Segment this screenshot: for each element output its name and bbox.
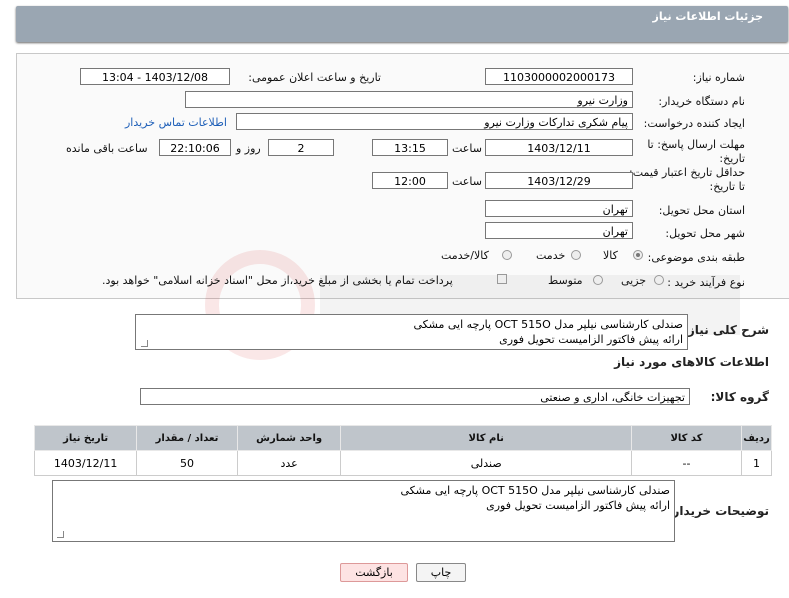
cell-item-code: -- [630,450,743,476]
print-button[interactable]: چاپ [416,563,466,582]
cell-row-number: 1 [741,450,772,476]
page-title: جزئیات اطلاعات نیاز [652,10,764,23]
category-goods-label: کالا [603,249,618,262]
category-both-label: کالا/خدمت [441,249,489,262]
process-minor-label: جزیی [621,274,647,287]
city-label: شهر محل تحویل: [665,227,745,240]
col-row-number: ردیف [741,425,772,451]
remaining-time-field: 22:10:06 [159,139,231,156]
process-label: نوع فرآیند خرید : [667,276,745,289]
deadline-time-field: 13:15 [372,139,448,156]
cell-item-name: صندلی [340,450,632,476]
cell-unit: عدد [236,450,342,476]
province-field: تهران [485,200,633,217]
items-table: ردیف کد کالا نام کالا واحد شمارش تعداد /… [33,425,772,476]
validity-date-field: 1403/12/29 [485,172,633,189]
deadline-time-label: ساعت [452,142,482,155]
remaining-label: ساعت باقی مانده [66,142,148,155]
buyer-notes-line-2: ارائه پیش فاکتور الزامیست تحویل فوری [486,499,670,512]
col-item-name: نام کالا [340,425,632,451]
goods-group-field: تجهیزات خانگی، اداری و صنعتی [140,388,690,405]
resize-handle-icon[interactable] [141,340,148,347]
col-need-date: تاریخ نیاز [33,425,138,451]
buyer-org-label: نام دستگاه خریدار: [658,95,745,108]
resize-handle-icon[interactable] [57,531,64,538]
buyer-contact-link[interactable]: اطلاعات تماس خریدار [125,116,227,129]
col-item-code: کد کالا [630,425,743,451]
cell-quantity: 50 [136,450,238,476]
category-label: طبقه بندی موضوعی: [647,251,745,264]
summary-label: شرح کلی نیاز: [683,323,769,337]
treasury-payment-note: پرداخت تمام یا بخشی از مبلغ خرید،از محل … [102,274,453,287]
category-service-label: خدمت [536,249,566,262]
summary-line-2: ارائه پیش فاکتور الزامیست تحویل فوری [499,333,683,346]
process-minor-radio[interactable] [654,275,664,285]
buyer-notes-line-1: صندلی کارشناسی نیلپر مدل OCT 515O پارچه … [400,484,670,497]
deadline-date-field: 1403/12/11 [485,139,633,156]
col-unit: واحد شمارش [236,425,342,451]
category-service-radio[interactable] [571,250,581,260]
announce-label: تاریخ و ساعت اعلان عمومی: [248,71,381,84]
buyer-org-field: وزارت نيرو [185,91,633,108]
category-both-radio[interactable] [502,250,512,260]
goods-section-title: اطلاعات کالاهای مورد نیاز [614,355,769,369]
days-label: روز و [236,142,261,155]
deadline-label: مهلت ارسال پاسخ: تا تاریخ: [647,138,745,165]
validity-time-label: ساعت [452,175,482,188]
province-label: استان محل تحویل: [658,204,745,217]
items-table-header: ردیف کد کالا نام کالا واحد شمارش تعداد /… [33,425,772,451]
col-quantity: تعداد / مقدار [136,425,238,451]
goods-group-label: گروه کالا: [710,390,769,404]
need-number-label: شماره نیاز: [692,71,745,84]
announce-datetime-field: 1403/12/08 - 13:04 [80,68,230,85]
summary-textarea[interactable]: صندلی کارشناسی نیلپر مدل OCT 515O پارچه … [135,314,688,350]
treasury-payment-checkbox[interactable] [497,274,507,284]
back-button[interactable]: بازگشت [340,563,408,582]
validity-label: حداقل تاریخ اعتبار قیمت: تا تاریخ: [629,166,745,193]
cell-need-date: 1403/12/11 [33,450,138,476]
buyer-notes-textarea[interactable]: صندلی کارشناسی نیلپر مدل OCT 515O پارچه … [52,480,675,542]
category-goods-radio[interactable] [633,250,643,260]
process-medium-label: متوسط [548,274,583,287]
need-number-field: 1103000002000173 [485,68,633,85]
city-field: تهران [485,222,633,239]
creator-field: پیام شکری تدارکات وزارت نیرو [236,113,633,130]
table-row: 1 -- صندلی عدد 50 1403/12/11 [33,450,772,476]
creator-label: ایجاد کننده درخواست: [643,117,745,130]
buyer-notes-label: توضیحات خریدار: [667,504,769,518]
summary-line-1: صندلی کارشناسی نیلپر مدل OCT 515O پارچه … [413,318,683,331]
process-medium-radio[interactable] [593,275,603,285]
days-remaining-field: 2 [268,139,334,156]
validity-time-field: 12:00 [372,172,448,189]
